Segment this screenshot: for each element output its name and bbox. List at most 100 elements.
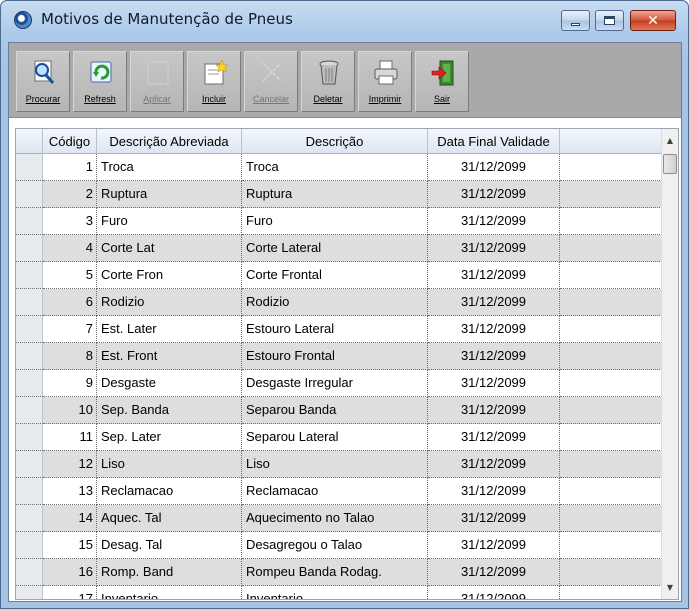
cell-data-final-validade[interactable]: 31/12/2099 bbox=[428, 586, 560, 599]
cell-codigo[interactable]: 15 bbox=[43, 532, 97, 559]
cell-data-final-validade[interactable]: 31/12/2099 bbox=[428, 559, 560, 586]
cell-codigo[interactable]: 12 bbox=[43, 451, 97, 478]
cell-descricao[interactable]: Estouro Frontal bbox=[242, 343, 428, 370]
cell-descricao-abreviada[interactable]: Desag. Tal bbox=[97, 532, 242, 559]
incluir-button[interactable]: Incluir bbox=[187, 51, 241, 112]
cell-codigo[interactable]: 10 bbox=[43, 397, 97, 424]
row-indicator[interactable] bbox=[16, 289, 43, 316]
data-grid[interactable]: Código Descrição Abreviada Descrição Dat… bbox=[15, 128, 679, 600]
cell-descricao[interactable]: Aquecimento no Talao bbox=[242, 505, 428, 532]
cell-data-final-validade[interactable]: 31/12/2099 bbox=[428, 451, 560, 478]
column-header-data-final-validade[interactable]: Data Final Validade bbox=[428, 129, 560, 154]
cell-descricao-abreviada[interactable]: Romp. Band bbox=[97, 559, 242, 586]
cell-data-final-validade[interactable]: 31/12/2099 bbox=[428, 316, 560, 343]
cell-descricao[interactable]: Corte Frontal bbox=[242, 262, 428, 289]
cell-descricao[interactable]: Rodizio bbox=[242, 289, 428, 316]
procurar-button[interactable]: Procurar bbox=[16, 51, 70, 112]
cell-data-final-validade[interactable]: 31/12/2099 bbox=[428, 154, 560, 181]
table-row[interactable]: 8 Est. Front Estouro Frontal 31/12/2099 bbox=[16, 343, 662, 370]
cell-data-final-validade[interactable]: 31/12/2099 bbox=[428, 208, 560, 235]
table-row[interactable]: 2 Ruptura Ruptura 31/12/2099 bbox=[16, 181, 662, 208]
cell-codigo[interactable]: 9 bbox=[43, 370, 97, 397]
cell-codigo[interactable]: 16 bbox=[43, 559, 97, 586]
cell-data-final-validade[interactable]: 31/12/2099 bbox=[428, 478, 560, 505]
scroll-thumb[interactable] bbox=[663, 154, 677, 174]
cell-data-final-validade[interactable]: 31/12/2099 bbox=[428, 370, 560, 397]
cell-descricao[interactable]: Liso bbox=[242, 451, 428, 478]
cell-data-final-validade[interactable]: 31/12/2099 bbox=[428, 262, 560, 289]
cell-data-final-validade[interactable]: 31/12/2099 bbox=[428, 235, 560, 262]
deletar-button[interactable]: Deletar bbox=[301, 51, 355, 112]
cell-codigo[interactable]: 11 bbox=[43, 424, 97, 451]
row-indicator[interactable] bbox=[16, 451, 43, 478]
column-header-codigo[interactable]: Código bbox=[43, 129, 97, 154]
row-indicator[interactable] bbox=[16, 154, 43, 181]
cell-descricao-abreviada[interactable]: Liso bbox=[97, 451, 242, 478]
cell-descricao-abreviada[interactable]: Est. Later bbox=[97, 316, 242, 343]
cell-data-final-validade[interactable]: 31/12/2099 bbox=[428, 343, 560, 370]
close-button[interactable]: ✕ bbox=[630, 10, 676, 31]
row-indicator[interactable] bbox=[16, 586, 43, 599]
table-row[interactable]: 10 Sep. Banda Separou Banda 31/12/2099 bbox=[16, 397, 662, 424]
cell-descricao[interactable]: Reclamacao bbox=[242, 478, 428, 505]
cell-descricao[interactable]: Separou Banda bbox=[242, 397, 428, 424]
cell-descricao-abreviada[interactable]: Sep. Later bbox=[97, 424, 242, 451]
table-row[interactable]: 14 Aquec. Tal Aquecimento no Talao 31/12/20… bbox=[16, 505, 662, 532]
table-row[interactable]: 15 Desag. Tal Desagregou o Talao 31/12/2099 bbox=[16, 532, 662, 559]
vertical-scrollbar[interactable]: ▲ ▼ bbox=[661, 129, 678, 599]
cell-descricao-abreviada[interactable]: Corte Lat bbox=[97, 235, 242, 262]
cell-descricao-abreviada[interactable]: Troca bbox=[97, 154, 242, 181]
cell-descricao[interactable]: Separou Lateral bbox=[242, 424, 428, 451]
row-indicator[interactable] bbox=[16, 235, 43, 262]
scroll-up-icon[interactable]: ▲ bbox=[662, 132, 678, 149]
cancelar-button[interactable]: Cancelar bbox=[244, 51, 298, 112]
cell-descricao-abreviada[interactable]: Ruptura bbox=[97, 181, 242, 208]
cell-codigo[interactable]: 13 bbox=[43, 478, 97, 505]
cell-codigo[interactable]: 7 bbox=[43, 316, 97, 343]
cell-descricao-abreviada[interactable]: Aquec. Tal bbox=[97, 505, 242, 532]
cell-descricao-abreviada[interactable]: Inventario bbox=[97, 586, 242, 599]
row-indicator[interactable] bbox=[16, 181, 43, 208]
cell-descricao-abreviada[interactable]: Corte Fron bbox=[97, 262, 242, 289]
row-indicator[interactable] bbox=[16, 424, 43, 451]
sair-button[interactable]: Sair bbox=[415, 51, 469, 112]
cell-codigo[interactable]: 1 bbox=[43, 154, 97, 181]
cell-descricao[interactable]: Desgaste Irregular bbox=[242, 370, 428, 397]
table-row[interactable]: 3 Furo Furo 31/12/2099 bbox=[16, 208, 662, 235]
row-indicator[interactable] bbox=[16, 532, 43, 559]
table-row[interactable]: 11 Sep. Later Separou Lateral 31/12/2099 bbox=[16, 424, 662, 451]
table-row[interactable]: 16 Romp. Band Rompeu Banda Rodag. 31/12/209… bbox=[16, 559, 662, 586]
title-bar[interactable]: Motivos de Manutenção de Pneus ✕ bbox=[1, 1, 688, 35]
cell-codigo[interactable]: 6 bbox=[43, 289, 97, 316]
cell-descricao[interactable]: Troca bbox=[242, 154, 428, 181]
row-indicator[interactable] bbox=[16, 559, 43, 586]
cell-descricao-abreviada[interactable]: Est. Front bbox=[97, 343, 242, 370]
cell-codigo[interactable]: 17 bbox=[43, 586, 97, 599]
cell-descricao-abreviada[interactable]: Reclamacao bbox=[97, 478, 242, 505]
table-row[interactable]: 4 Corte Lat Corte Lateral 31/12/2099 bbox=[16, 235, 662, 262]
row-indicator[interactable] bbox=[16, 208, 43, 235]
cell-data-final-validade[interactable]: 31/12/2099 bbox=[428, 397, 560, 424]
table-row[interactable]: 13 Reclamacao Reclamacao 31/12/2099 bbox=[16, 478, 662, 505]
table-row[interactable]: 7 Est. Later Estouro Lateral 31/12/2099 bbox=[16, 316, 662, 343]
row-indicator[interactable] bbox=[16, 316, 43, 343]
cell-data-final-validade[interactable]: 31/12/2099 bbox=[428, 289, 560, 316]
cell-codigo[interactable]: 8 bbox=[43, 343, 97, 370]
cell-codigo[interactable]: 2 bbox=[43, 181, 97, 208]
cell-descricao-abreviada[interactable]: Sep. Banda bbox=[97, 397, 242, 424]
cell-descricao[interactable]: Furo bbox=[242, 208, 428, 235]
column-header-descricao-abreviada[interactable]: Descrição Abreviada bbox=[97, 129, 242, 154]
imprimir-button[interactable]: Imprimir bbox=[358, 51, 412, 112]
table-row[interactable]: 1 Troca Troca 31/12/2099 bbox=[16, 154, 662, 181]
cell-data-final-validade[interactable]: 31/12/2099 bbox=[428, 181, 560, 208]
minimize-button[interactable] bbox=[561, 10, 590, 31]
cell-descricao-abreviada[interactable]: Furo bbox=[97, 208, 242, 235]
cell-descricao[interactable]: Desagregou o Talao bbox=[242, 532, 428, 559]
cell-data-final-validade[interactable]: 31/12/2099 bbox=[428, 424, 560, 451]
table-row[interactable]: 17 Inventario Inventario 31/12/2099 bbox=[16, 586, 662, 599]
refresh-button[interactable]: Refresh bbox=[73, 51, 127, 112]
table-row[interactable]: 5 Corte Fron Corte Frontal 31/12/2099 bbox=[16, 262, 662, 289]
maximize-button[interactable] bbox=[595, 10, 624, 31]
cell-descricao-abreviada[interactable]: Desgaste bbox=[97, 370, 242, 397]
cell-descricao[interactable]: Rompeu Banda Rodag. bbox=[242, 559, 428, 586]
